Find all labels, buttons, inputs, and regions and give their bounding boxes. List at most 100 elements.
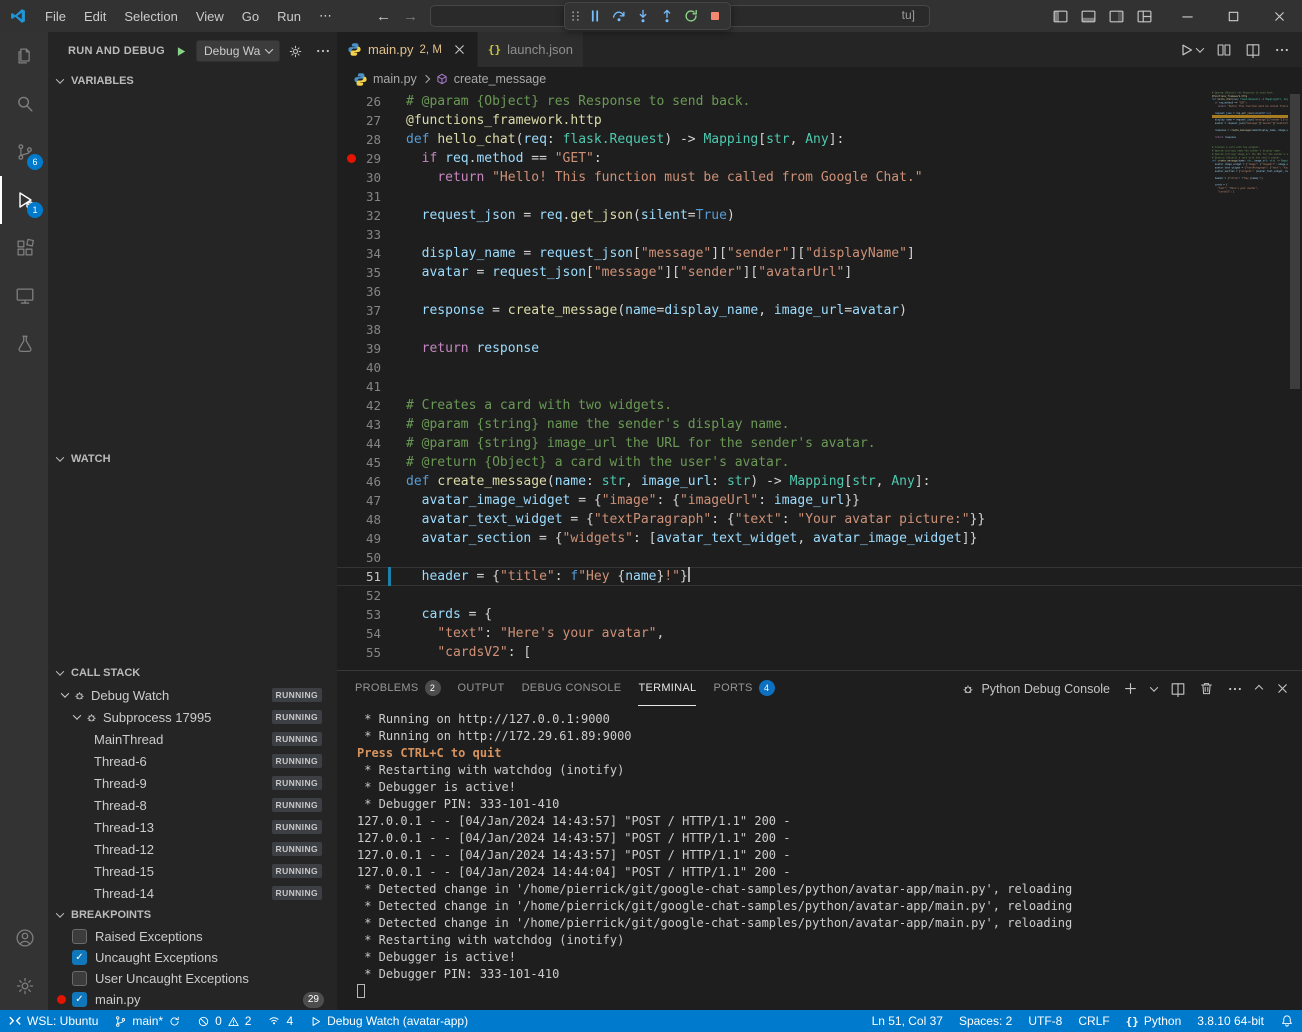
line-gutter[interactable]: 27 [337,111,406,130]
line-gutter[interactable]: 36 [337,282,406,301]
step-into-button[interactable] [631,4,655,28]
callstack-thread-8[interactable]: Thread-8RUNNING [48,794,337,816]
line-gutter[interactable]: 38 [337,320,406,339]
line-gutter[interactable]: 35 [337,263,406,282]
code-line-53[interactable]: 53 cards = { [337,605,1302,624]
code-line-36[interactable]: 36 [337,282,1302,301]
breakpoint-user-uncaught-exceptions[interactable]: User Uncaught Exceptions [48,968,337,989]
code-line-52[interactable]: 52 [337,586,1302,605]
line-gutter[interactable]: 50 [337,548,406,567]
code-line-31[interactable]: 31 [337,187,1302,206]
panel-tab-output[interactable]: OUTPUT [458,671,505,706]
more-icon[interactable] [315,43,331,59]
customize-layout-icon[interactable] [1130,2,1158,30]
callstack-subprocess-17995[interactable]: Subprocess 17995RUNNING [48,706,337,728]
code-line-46[interactable]: 46def create_message(name: str, image_ur… [337,472,1302,491]
stop-button[interactable] [703,4,727,28]
activity-source-control-icon[interactable]: 6 [0,128,48,176]
code-line-37[interactable]: 37 response = create_message(name=displa… [337,301,1302,320]
toggle-sidebar-icon[interactable] [1046,2,1074,30]
activity-settings-gear-icon[interactable] [0,962,48,1010]
code-line-54[interactable]: 54 "text": "Here's your avatar", [337,624,1302,643]
problems[interactable]: 02 [189,1010,259,1032]
minimize-button[interactable] [1164,0,1210,32]
breakpoints-section-header[interactable]: BREAKPOINTS [48,904,337,926]
menu-file[interactable]: File [36,9,75,24]
step-out-button[interactable] [655,4,679,28]
chevron-up-icon[interactable] [1256,686,1262,692]
breakpoint-uncaught-exceptions[interactable]: ✓Uncaught Exceptions [48,947,337,968]
menu-selection[interactable]: Selection [115,9,186,24]
encoding[interactable]: UTF-8 [1020,1010,1070,1032]
code-line-39[interactable]: 39 return response [337,339,1302,358]
more-icon[interactable] [1227,681,1243,697]
notifications[interactable] [1272,1010,1302,1032]
code-editor[interactable]: 26# @param {Object} res Response to send… [337,91,1302,670]
split-editor-icon[interactable] [1170,681,1186,697]
line-gutter[interactable]: 32 [337,206,406,225]
line-gutter[interactable]: 45 [337,453,406,472]
line-gutter[interactable]: 54 [337,624,406,643]
activity-files-icon[interactable] [0,32,48,80]
line-gutter[interactable]: 41 [337,377,406,396]
code-line-29[interactable]: 29 if req.method == "GET": [337,149,1302,168]
line-gutter[interactable]: 51 [337,567,406,586]
line-gutter[interactable]: 37 [337,301,406,320]
code-line-34[interactable]: 34 display_name = request_json["message"… [337,244,1302,263]
panel-tab-ports[interactable]: PORTS4 [713,671,774,706]
code-line-42[interactable]: 42# Creates a card with two widgets. [337,396,1302,415]
split-editor-icon[interactable] [1245,42,1261,58]
code-line-44[interactable]: 44# @param {string} image_url the URL fo… [337,434,1302,453]
line-gutter[interactable]: 46 [337,472,406,491]
callstack-thread-9[interactable]: Thread-9RUNNING [48,772,337,794]
line-gutter[interactable]: 47 [337,491,406,510]
menu-view[interactable]: View [187,9,233,24]
more-icon[interactable] [1274,42,1290,58]
command-center[interactable]: tu] [430,5,930,27]
breakpoint-checkbox[interactable] [72,971,87,986]
trash-icon[interactable] [1199,681,1214,696]
variables-section-header[interactable]: VARIABLES [48,70,337,92]
breakpoint-checkbox[interactable]: ✓ [72,992,87,1007]
line-gutter[interactable]: 49 [337,529,406,548]
code-line-32[interactable]: 32 request_json = req.get_json(silent=Tr… [337,206,1302,225]
compare-icon[interactable] [1216,42,1232,58]
menu-go[interactable]: Go [233,9,268,24]
code-line-55[interactable]: 55 "cardsV2": [ [337,643,1302,662]
callstack-thread-6[interactable]: Thread-6RUNNING [48,750,337,772]
activity-extensions-icon[interactable] [0,224,48,272]
go-back-button[interactable]: ← [376,8,391,25]
eol[interactable]: CRLF [1070,1010,1117,1032]
line-gutter[interactable]: 26 [337,92,406,111]
line-gutter[interactable]: 55 [337,643,406,662]
close-button[interactable] [1256,0,1302,32]
run-python-file-button[interactable] [1178,42,1203,58]
code-line-51[interactable]: 51 header = {"title": f"Hey {name}!"} [337,567,1302,586]
breadcrumb-create-message[interactable]: create_message [435,72,546,86]
code-line-33[interactable]: 33 [337,225,1302,244]
breakpoint-checkbox[interactable]: ✓ [72,950,87,965]
callstack-debug-watch[interactable]: Debug WatchRUNNING [48,684,337,706]
code-line-28[interactable]: 28def hello_chat(req: flask.Request) -> … [337,130,1302,149]
editor-scrollbar[interactable] [1288,91,1302,670]
line-gutter[interactable]: 44 [337,434,406,453]
activity-run-and-debug-icon[interactable]: 1 [0,176,48,224]
tab-launch-json[interactable]: {}launch.json [478,32,584,67]
code-line-48[interactable]: 48 avatar_text_widget = {"textParagraph"… [337,510,1302,529]
ports-forwarded[interactable]: 4 [259,1010,301,1032]
callstack-thread-13[interactable]: Thread-13RUNNING [48,816,337,838]
code-line-43[interactable]: 43# @param {string} name the sender's di… [337,415,1302,434]
code-line-35[interactable]: 35 avatar = request_json["message"]["sen… [337,263,1302,282]
step-over-button[interactable] [607,4,631,28]
close-icon[interactable] [1275,681,1290,696]
add-icon[interactable] [1123,681,1138,696]
start-debugging-button[interactable] [173,44,188,59]
line-gutter[interactable]: 42 [337,396,406,415]
debug-config-dropdown[interactable]: Debug Wa [196,40,280,62]
line-gutter[interactable]: 39 [337,339,406,358]
restart-button[interactable] [679,4,703,28]
code-line-40[interactable]: 40 [337,358,1302,377]
code-line-49[interactable]: 49 avatar_section = {"widgets": [avatar_… [337,529,1302,548]
watch-section-header[interactable]: WATCH [48,448,337,470]
code-line-26[interactable]: 26# @param {Object} res Response to send… [337,92,1302,111]
